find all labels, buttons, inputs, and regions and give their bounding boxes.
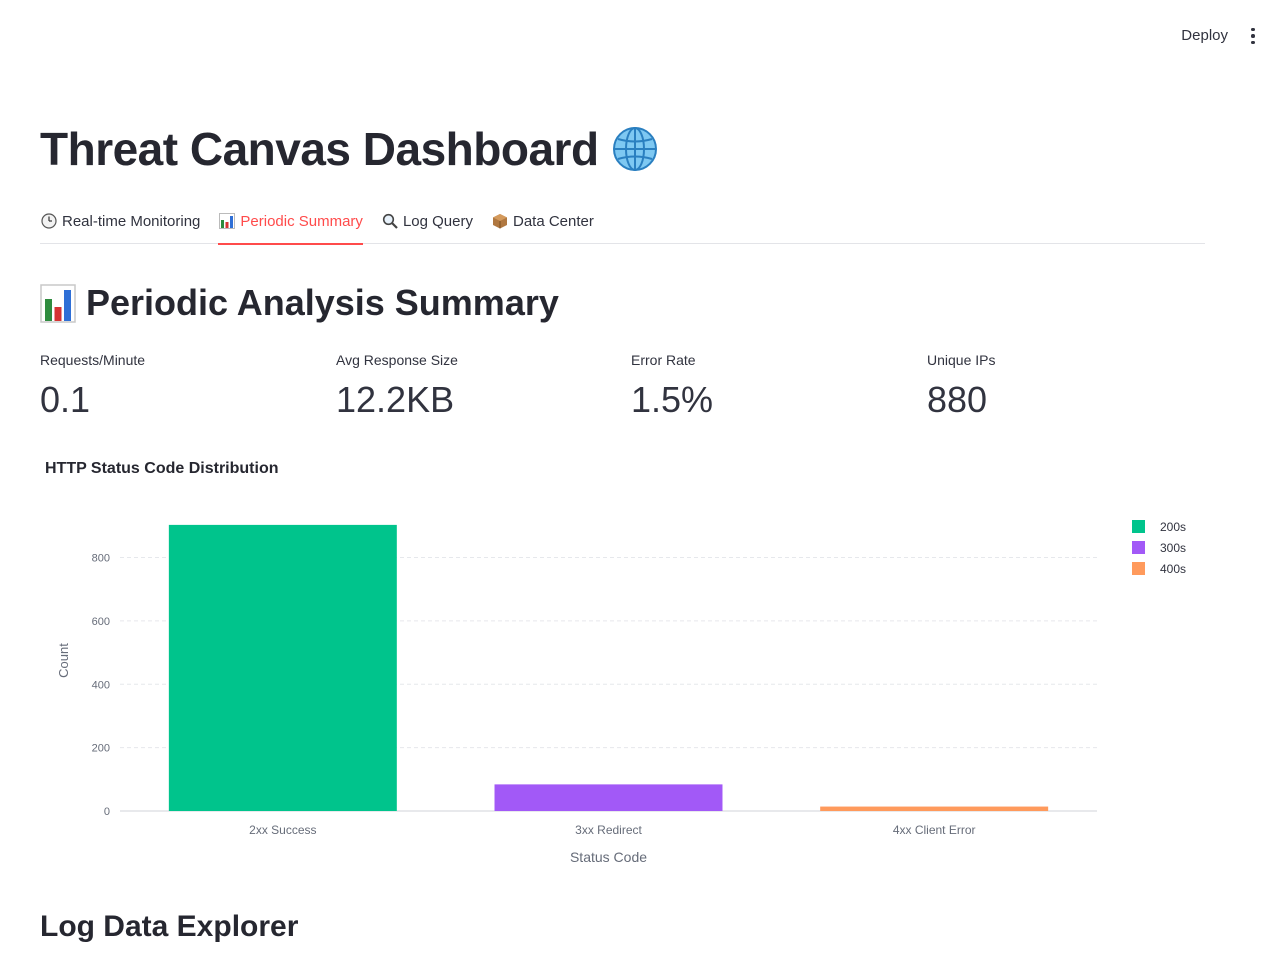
legend-label: 300s (1160, 541, 1186, 555)
status-code-chart: 0 200 400 600 800 2xx Success 3xx Redirect 4xx … (40, 500, 1220, 880)
y-tick-label: 200 (92, 743, 110, 755)
tab-log-query[interactable]: Log Query (381, 204, 473, 244)
metric-label: Avg Response Size (336, 352, 458, 368)
y-axis-title: Count (56, 643, 71, 678)
globe-icon (612, 127, 657, 171)
legend-label: 400s (1160, 562, 1186, 576)
metric-error-rate: Error Rate 1.5% (631, 350, 911, 422)
page-title: Threat Canvas Dashboard (40, 122, 659, 176)
metric-value: 0.1 (40, 379, 91, 420)
tab-label: Data Center (512, 212, 594, 230)
bar-400s (820, 806, 1049, 811)
y-tick-label: 600 (92, 616, 110, 628)
metric-label: Unique IPs (927, 352, 996, 368)
x-tick-label: 2xx Success (249, 823, 316, 837)
y-tick-label: 0 (104, 806, 110, 818)
tab-bar: Real-time Monitoring Periodic Summary Lo… (40, 204, 1205, 245)
deploy-button[interactable]: Deploy (1181, 24, 1228, 48)
metric-avg-response-size: Avg Response Size 12.2KB (336, 350, 616, 422)
clock-icon (40, 213, 58, 229)
x-axis-title: Status Code (570, 849, 647, 865)
y-tick-label: 800 (92, 553, 110, 565)
tab-real-time-monitoring[interactable]: Real-time Monitoring (40, 204, 200, 244)
chart-svg: 0 200 400 600 800 2xx Success 3xx Redirect 4xx … (56, 520, 1186, 865)
metrics-row: Requests/Minute 0.1 Avg Response Size 12… (40, 350, 1220, 430)
y-tick-label: 400 (92, 679, 110, 691)
tab-label: Log Query (402, 212, 473, 230)
tab-data-center[interactable]: Data Center (491, 204, 594, 244)
metric-label: Error Rate (631, 352, 696, 368)
bar-300s (494, 784, 723, 811)
package-icon (491, 213, 509, 229)
section-title-text: Periodic Analysis Summary (86, 282, 559, 323)
bar-chart-icon (218, 213, 236, 229)
page-title-text: Threat Canvas Dashboard (40, 123, 599, 175)
metric-unique-ips: Unique IPs 880 (927, 350, 1207, 422)
section-heading: Periodic Analysis Summary (40, 282, 559, 324)
metric-value: 12.2KB (336, 379, 455, 420)
bar-200s (168, 524, 397, 811)
chart-title: HTTP Status Code Distribution (45, 460, 279, 477)
tab-periodic-summary[interactable]: Periodic Summary (218, 204, 363, 245)
legend-label: 200s (1160, 520, 1186, 534)
log-explorer-title: Log Data Explorer (40, 910, 299, 943)
more-options-icon[interactable] (1246, 24, 1260, 48)
metric-value: 1.5% (631, 379, 714, 420)
metric-label: Requests/Minute (40, 352, 146, 368)
legend-swatch (1132, 541, 1145, 554)
tab-label: Real-time Monitoring (62, 212, 201, 230)
metric-value: 880 (927, 379, 988, 420)
x-tick-label: 3xx Redirect (575, 823, 642, 837)
bar-chart-icon (40, 284, 76, 323)
legend-swatch (1132, 520, 1145, 533)
x-tick-label: 4xx Client Error (893, 823, 976, 837)
top-bar: Deploy (0, 0, 1262, 70)
tab-label: Periodic Summary (240, 212, 363, 230)
metric-requests-per-minute: Requests/Minute 0.1 (40, 350, 320, 422)
magnifier-icon (381, 213, 399, 229)
legend-swatch (1132, 562, 1145, 575)
